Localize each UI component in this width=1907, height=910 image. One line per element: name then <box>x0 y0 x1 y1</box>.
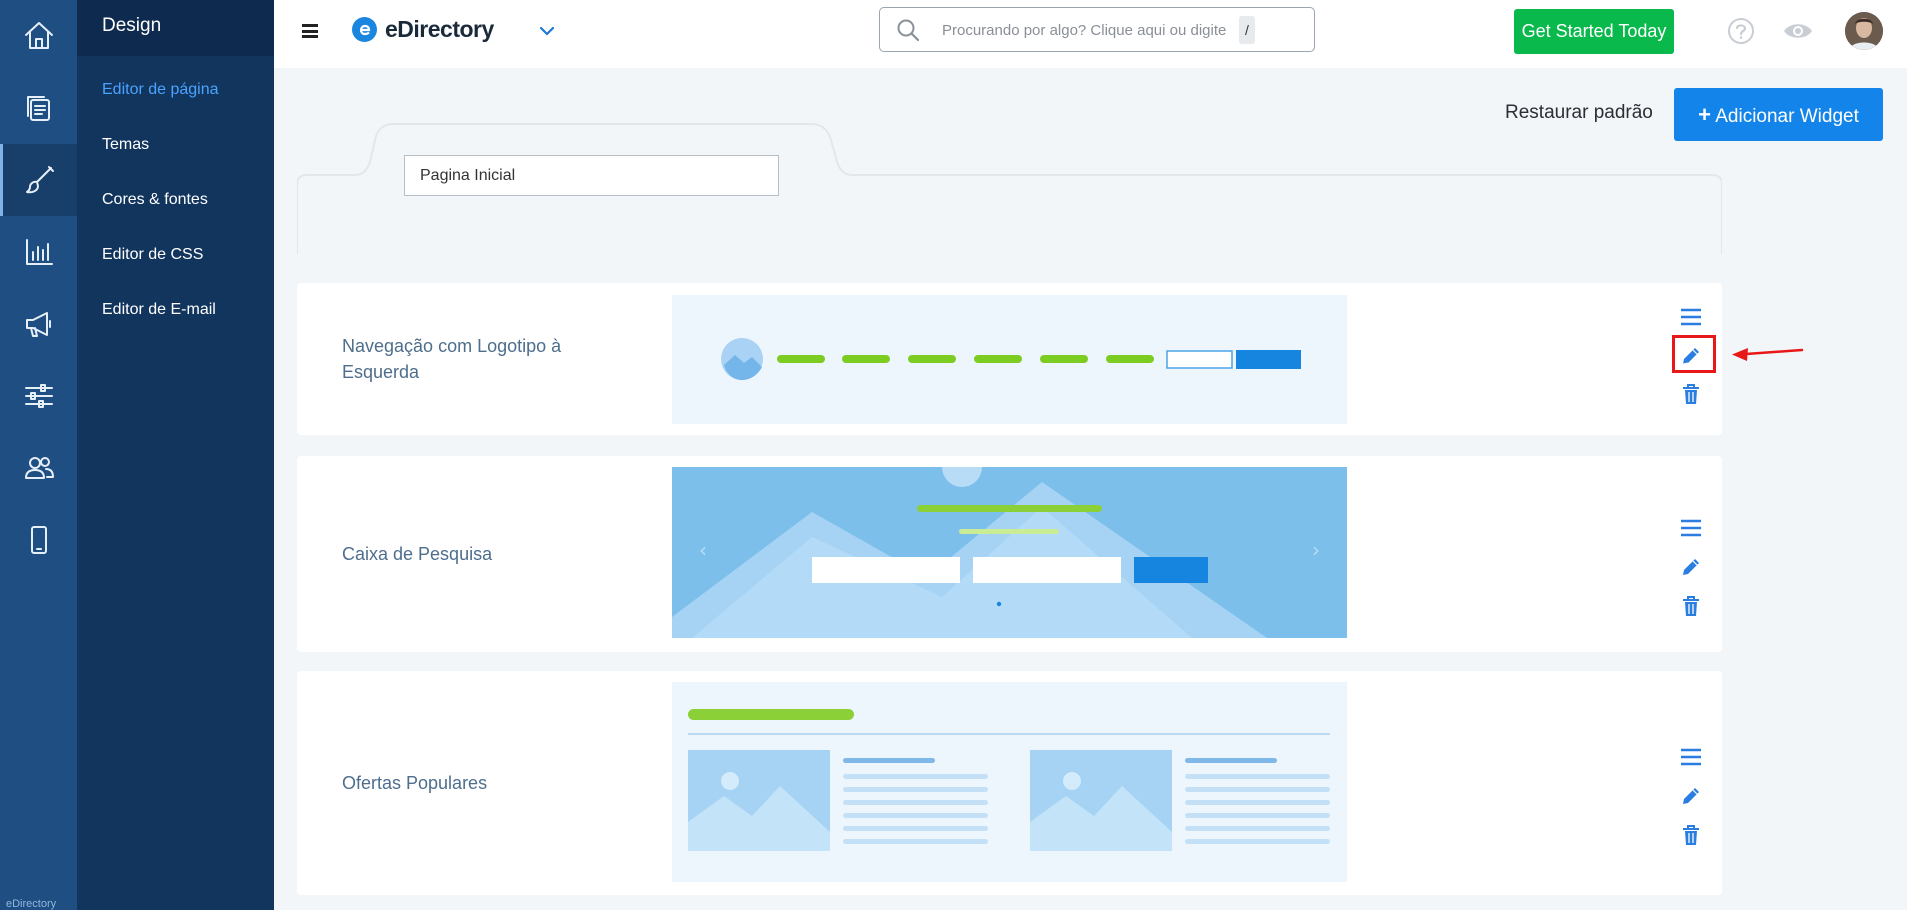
trash-icon[interactable] <box>1670 376 1712 412</box>
pages-icon[interactable] <box>0 72 77 144</box>
widget-actions <box>1670 671 1712 895</box>
drag-handle-icon[interactable] <box>1670 510 1712 546</box>
eye-icon[interactable] <box>1782 19 1814 48</box>
subnav-item-css-editor[interactable]: Editor de CSS <box>77 227 274 282</box>
megaphone-icon[interactable] <box>0 288 77 360</box>
widget-label: Navegação com Logotipo à Esquerda <box>342 336 562 382</box>
widget-actions <box>1670 456 1712 652</box>
footer-brand: eDirectory <box>6 898 57 910</box>
chevron-down-icon[interactable] <box>536 20 558 42</box>
svg-text:›: › <box>1312 538 1320 562</box>
top-bar: eDirectory Procurando por algo? Clique a… <box>274 0 1907 68</box>
trash-icon[interactable] <box>1670 817 1712 853</box>
add-widget-label: Adicionar Widget <box>1715 106 1859 127</box>
mobile-icon[interactable] <box>0 504 77 576</box>
menu-icon[interactable] <box>302 24 318 38</box>
search-shortcut-key: / <box>1239 16 1255 44</box>
brush-icon[interactable] <box>0 144 77 216</box>
chart-icon[interactable] <box>0 216 77 288</box>
subnav-title: Design <box>77 0 274 56</box>
subnav-item-email-editor[interactable]: Editor de E-mail <box>77 282 274 337</box>
widget-card: Ofertas Populares <box>297 671 1722 895</box>
widget-card: Caixa de Pesquisa ‹ › <box>297 456 1722 652</box>
annotation-arrow-icon <box>1730 340 1804 369</box>
users-icon[interactable] <box>0 432 77 504</box>
sliders-icon[interactable] <box>0 360 77 432</box>
avatar[interactable] <box>1845 12 1883 50</box>
logo-text: eDirectory <box>385 16 494 42</box>
icon-rail: eDirectory <box>0 0 77 910</box>
home-icon[interactable] <box>0 0 77 72</box>
drag-handle-icon[interactable] <box>1670 299 1712 335</box>
widget-preview-search-box: ‹ › <box>672 467 1347 638</box>
svg-text:‹: ‹ <box>699 538 707 562</box>
restore-default-button[interactable]: Restaurar padrão <box>1505 102 1653 124</box>
help-icon[interactable] <box>1727 17 1755 50</box>
trash-icon[interactable] <box>1670 588 1712 624</box>
widget-label: Ofertas Populares <box>342 773 488 793</box>
drag-handle-icon[interactable] <box>1670 739 1712 775</box>
app-logo[interactable]: eDirectory <box>352 16 494 43</box>
edit-pencil-icon[interactable] <box>1670 778 1712 814</box>
logo-mark-icon <box>352 17 377 42</box>
widget-preview-popular-deals <box>672 682 1347 882</box>
design-subnav: Design Editor de página Temas Cores & fo… <box>77 0 274 910</box>
widget-card: Navegação com Logotipo à Esquerda <box>297 283 1722 435</box>
subnav-item-themes[interactable]: Temas <box>77 117 274 172</box>
widget-preview-navigation <box>672 295 1347 424</box>
search-icon <box>896 18 920 47</box>
subnav-item-colors-fonts[interactable]: Cores & fontes <box>77 172 274 227</box>
search-input[interactable]: Procurando por algo? Clique aqui ou digi… <box>879 7 1315 52</box>
edit-highlight-box <box>1672 335 1716 373</box>
edit-pencil-icon[interactable] <box>1670 549 1712 585</box>
widget-label: Caixa de Pesquisa <box>342 544 493 564</box>
page-select[interactable]: Pagina Inicial <box>404 155 779 196</box>
search-placeholder: Procurando por algo? Clique aqui ou digi… <box>942 22 1227 39</box>
subnav-item-page-editor[interactable]: Editor de página <box>77 62 274 117</box>
get-started-button[interactable]: Get Started Today <box>1514 9 1674 54</box>
